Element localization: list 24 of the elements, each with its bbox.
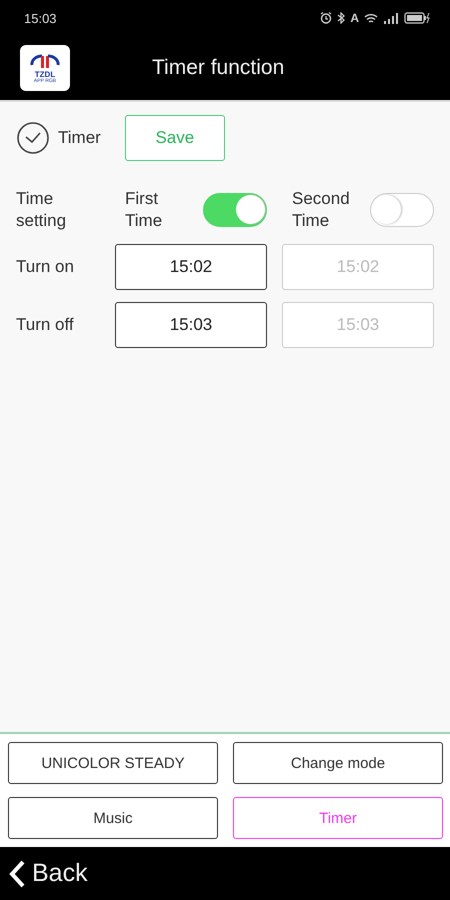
back-button[interactable]: Back xyxy=(8,858,88,888)
toggle-switch[interactable] xyxy=(203,193,267,227)
time-field[interactable]: 15:02 xyxy=(115,244,267,290)
screen-title: Timer function xyxy=(152,56,284,80)
status-indicator: A xyxy=(350,11,359,25)
time-field[interactable]: 15:03 xyxy=(115,302,267,348)
turn-on-label: Turn on xyxy=(16,256,75,278)
turn-off-label: Turn off xyxy=(16,314,75,336)
timer-label: Timer xyxy=(58,127,101,149)
slot-label: First Time xyxy=(125,188,164,232)
chevron-left-icon xyxy=(8,858,26,888)
battery-icon xyxy=(404,12,430,24)
alarm-icon xyxy=(320,12,332,24)
time-setting-label: Time setting xyxy=(16,188,68,232)
mode-button[interactable]: Change mode xyxy=(233,742,443,784)
signal-icon xyxy=(383,12,399,24)
toggle-switch[interactable] xyxy=(370,193,434,227)
bluetooth-icon xyxy=(337,12,346,24)
slot-label: Second Time xyxy=(292,188,351,232)
mode-button[interactable]: Music xyxy=(8,797,218,839)
status-time: 15:03 xyxy=(24,10,57,26)
wifi-icon xyxy=(364,12,378,24)
clock-icon xyxy=(16,121,50,155)
mode-button[interactable]: UNICOLOR STEADY xyxy=(8,742,218,784)
